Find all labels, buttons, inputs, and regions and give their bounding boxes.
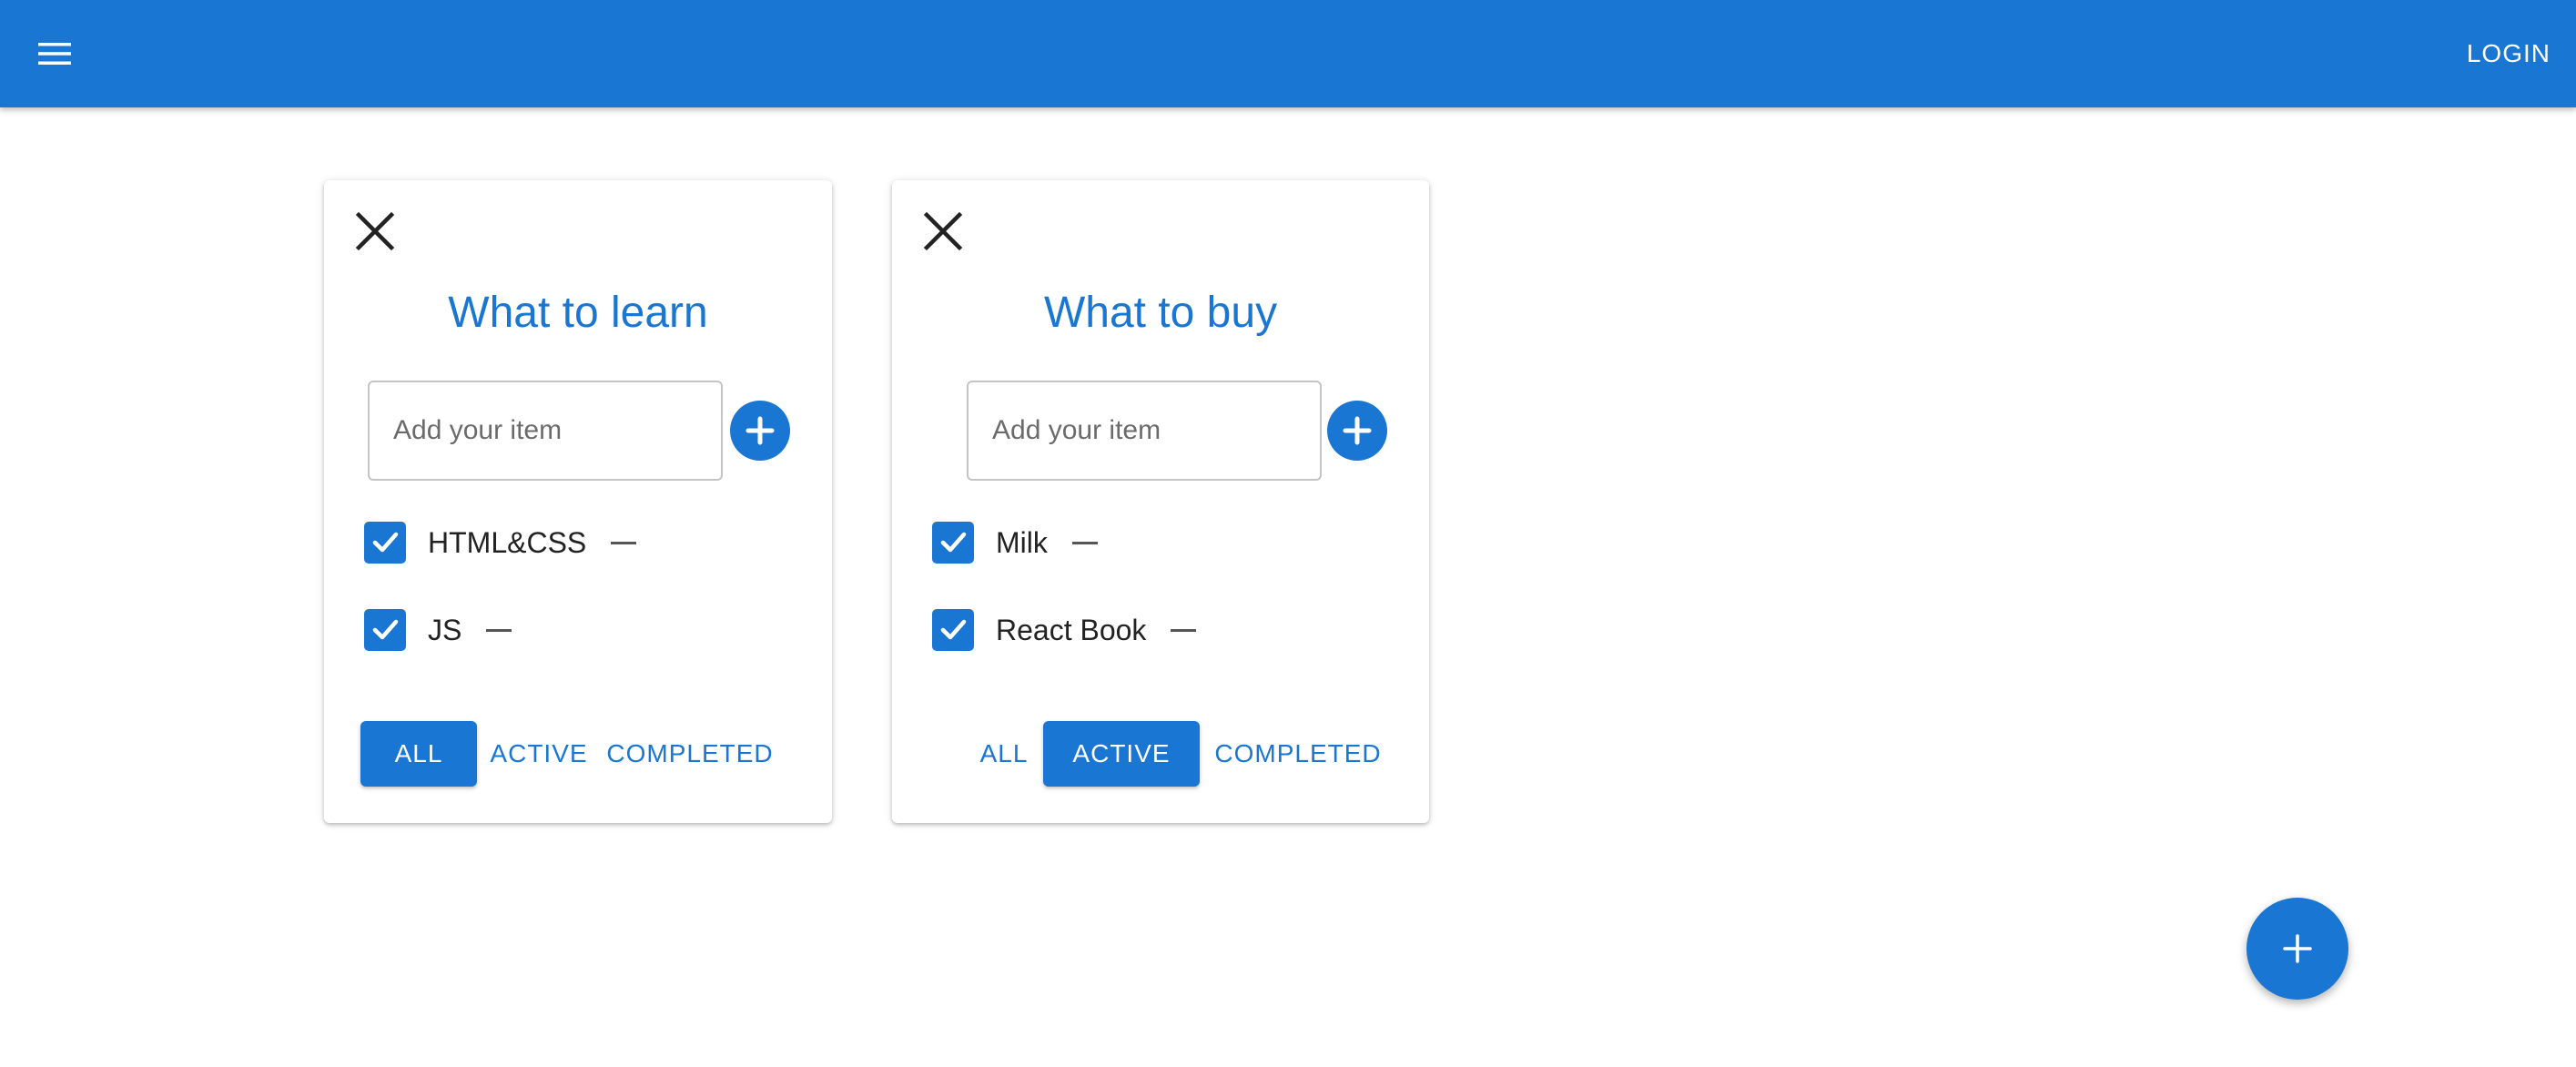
add-item-button[interactable] [1327, 401, 1387, 461]
task-item: JS [364, 603, 512, 657]
hamburger-menu-icon [38, 43, 71, 65]
remove-todolist-button[interactable] [918, 206, 969, 257]
remove-todolist-button[interactable] [350, 206, 401, 257]
checkmark-icon [940, 619, 967, 640]
task-label[interactable]: JS [428, 614, 461, 647]
task-label[interactable]: Milk [996, 526, 1048, 560]
task-checkbox[interactable] [364, 609, 406, 651]
add-circle-icon [1343, 416, 1372, 445]
remove-task-button[interactable] [610, 529, 637, 556]
todolist-title[interactable]: What to learn [324, 288, 832, 338]
filter-active-button[interactable]: ACTIVE [484, 721, 593, 787]
checkmark-icon [372, 619, 399, 640]
remove-task-button[interactable] [485, 616, 512, 644]
task-item: React Book [932, 603, 1197, 657]
app-bar: LOGIN [0, 0, 2576, 107]
menu-button[interactable] [27, 29, 82, 78]
close-icon [355, 211, 395, 251]
add-todolist-fab[interactable] [2246, 898, 2348, 1000]
plus-icon [2283, 934, 2312, 963]
task-checkbox[interactable] [364, 522, 406, 564]
filter-completed-button[interactable]: COMPLETED [603, 721, 777, 787]
todolist-title[interactable]: What to buy [892, 288, 1429, 338]
filter-completed-button[interactable]: COMPLETED [1209, 721, 1387, 787]
remove-task-button[interactable] [1170, 616, 1197, 644]
task-checkbox[interactable] [932, 522, 974, 564]
task-item: Milk [932, 515, 1099, 570]
task-checkbox[interactable] [932, 609, 974, 651]
filter-active-button[interactable]: ACTIVE [1043, 721, 1200, 787]
task-label[interactable]: HTML&CSS [428, 526, 586, 560]
task-item: HTML&CSS [364, 515, 637, 570]
todolist-card-what-to-learn: What to learn HTML&CSS JS ALL ACTIVE COM… [324, 180, 832, 823]
remove-task-button[interactable] [1071, 529, 1099, 556]
add-circle-icon [745, 416, 775, 445]
todolist-card-what-to-buy: What to buy Milk React Book ALL ACTIVE C… [892, 180, 1429, 823]
close-icon [923, 211, 963, 251]
filter-all-button[interactable]: ALL [956, 721, 1052, 787]
checkmark-icon [940, 532, 967, 553]
add-item-button[interactable] [730, 401, 790, 461]
task-label[interactable]: React Book [996, 614, 1146, 647]
add-item-input[interactable] [368, 381, 723, 481]
filter-all-button[interactable]: ALL [360, 721, 477, 787]
login-button[interactable]: LOGIN [2467, 27, 2551, 80]
add-item-input[interactable] [967, 381, 1322, 481]
checkmark-icon [372, 532, 399, 553]
